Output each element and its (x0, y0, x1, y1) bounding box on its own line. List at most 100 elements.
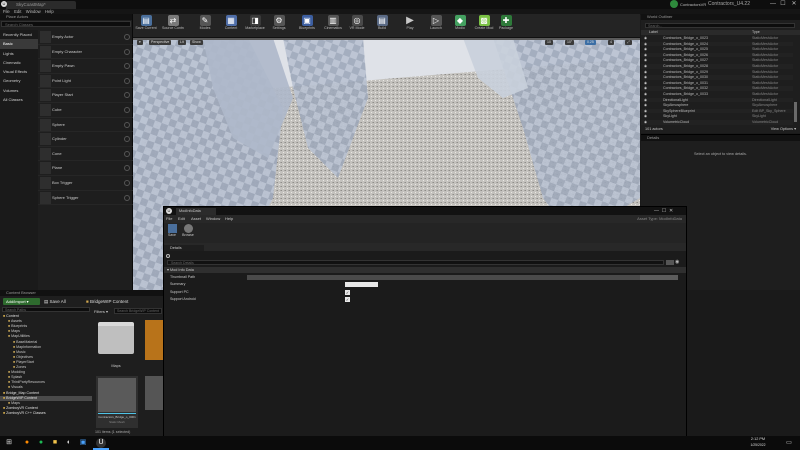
asset-save-button[interactable]: Save (166, 224, 178, 237)
column-type[interactable]: Type (752, 30, 760, 35)
breadcrumb[interactable]: ■ BridgeWIP Content (86, 298, 128, 305)
asset-search-input[interactable]: Search BridgeWIP Content (114, 308, 162, 314)
source-control-button[interactable]: ⇄ Source Control (162, 15, 184, 37)
minimize-button[interactable]: — (768, 0, 778, 9)
checkbox[interactable]: ✓ (345, 289, 350, 295)
asset-browse-button[interactable]: Browse (181, 224, 195, 237)
category-recently-placed[interactable]: Recently Placed (0, 30, 38, 39)
thumbnail-path-field[interactable] (247, 275, 640, 280)
eye-icon[interactable]: ◉ (644, 75, 647, 80)
summary-input[interactable] (345, 282, 378, 288)
eye-icon[interactable]: ◉ (644, 109, 647, 114)
view-options-button[interactable]: View Options ▾ (771, 126, 796, 132)
asset-tab[interactable]: ModInfoData (176, 208, 216, 215)
outliner-row[interactable]: ◉ Contractors_Bridge_o_0027 StaticMeshActo… (641, 58, 793, 63)
play-button[interactable]: ▶ Play (399, 15, 421, 37)
property-matrix-icon[interactable] (666, 260, 674, 265)
marketplace-button[interactable]: ◨ Marketplace (244, 15, 266, 37)
add-import-button[interactable]: Add/Import ▾ (3, 298, 40, 305)
asset-window-controls[interactable]: — ☐ ✕ (654, 207, 673, 215)
outliner-row[interactable]: ◉ Contractors_Bridge_o_0023 StaticMeshActo… (641, 36, 793, 41)
eye-icon[interactable]: ◉ (644, 103, 647, 108)
category-all-classes[interactable]: All Classes (0, 95, 38, 104)
camera-speed-button[interactable]: 4 (608, 40, 614, 45)
actor-item[interactable]: Cube (38, 103, 133, 118)
map-tab[interactable]: SkyCoastMap* (6, 1, 76, 9)
spotify-icon[interactable]: ● (36, 438, 46, 448)
asset-menu-edit[interactable]: Edit (178, 216, 185, 222)
lit-button[interactable]: Lit (178, 40, 186, 45)
outliner-search-input[interactable]: Search... (645, 23, 795, 28)
outliner-row[interactable]: ◉ SkyLight SkyLight (641, 114, 793, 119)
category-geometry[interactable]: Geometry (0, 76, 38, 85)
category-cinematic[interactable]: Cinematic (0, 58, 38, 67)
asset-menu-help[interactable]: Help (225, 216, 233, 222)
eye-icon[interactable]: ◉ (644, 81, 647, 86)
actor-item[interactable]: Empty Pawn (38, 59, 133, 74)
outliner-row[interactable]: ◉ Contractors_Bridge_o_0029 StaticMeshActo… (641, 70, 793, 75)
path-search-input[interactable]: Search Paths (2, 307, 90, 312)
info-icon[interactable] (124, 34, 130, 40)
show-button[interactable]: Show (190, 40, 203, 45)
eye-icon[interactable]: ◉ (644, 86, 647, 91)
content-button[interactable]: ▦ Content (220, 15, 242, 37)
eye-icon[interactable]: ◉ (644, 70, 647, 75)
start-icon[interactable]: ⊞ (4, 438, 14, 448)
info-icon[interactable] (124, 180, 130, 186)
info-icon[interactable] (124, 194, 130, 201)
launch-button[interactable]: ▷ Launch (425, 15, 447, 37)
maximize-button[interactable]: ☐ (778, 0, 788, 9)
save-all-button[interactable]: ▤ Save All (44, 298, 66, 305)
actor-item[interactable]: Empty Character (38, 45, 133, 60)
actor-item[interactable]: Empty Actor (38, 30, 133, 45)
create-mod-button[interactable]: ▩ Create Mod (473, 15, 495, 37)
eye-icon[interactable]: ◉ (675, 260, 683, 265)
store-icon[interactable]: ▣ (78, 438, 88, 448)
actor-item[interactable]: Cone (38, 147, 133, 162)
info-icon[interactable] (124, 136, 130, 143)
close-button[interactable]: ✕ (789, 0, 799, 9)
actor-item[interactable]: Sphere Trigger (38, 191, 133, 206)
category-visual-effects[interactable]: Visual Effects (0, 67, 38, 76)
actor-item[interactable]: Cylinder (38, 132, 133, 147)
column-label[interactable]: Label (649, 30, 658, 35)
info-icon[interactable] (124, 48, 130, 55)
info-icon[interactable] (124, 92, 130, 99)
info-icon[interactable] (124, 107, 130, 113)
file-explorer-icon[interactable]: ■ (50, 438, 60, 448)
actor-item[interactable]: Box Trigger (38, 176, 133, 191)
class-search-input[interactable]: Search Classes (1, 21, 131, 27)
package-button[interactable]: ✚ Package (495, 15, 517, 37)
notification-icon[interactable]: ▭ (784, 438, 794, 448)
grid-snap-button[interactable]: 10 (545, 40, 553, 45)
edge-icon[interactable]: ◐ (64, 438, 74, 448)
vr-mode-button[interactable]: ◎ VR Mode (346, 15, 368, 37)
checkbox[interactable]: ✓ (345, 297, 350, 303)
category-header[interactable]: ▾ Mod Info Data (164, 267, 686, 273)
filters-button[interactable]: Filters ▾ (94, 309, 108, 314)
eye-icon[interactable]: ◉ (644, 58, 647, 63)
asset-menu-file[interactable]: File (166, 216, 172, 222)
outliner-row[interactable]: ◉ Contractors_Bridge_o_0033 StaticMeshActo… (641, 92, 793, 97)
asset-tile-maps[interactable]: Maps (96, 320, 136, 372)
outliner-row[interactable]: ◉ Contractors_Bridge_o_0024 StaticMeshActo… (641, 41, 793, 47)
asset-menu-asset[interactable]: Asset (191, 216, 201, 222)
outliner-row[interactable]: ◉ Contractors_Bridge_o_0026 StaticMeshActo… (641, 52, 793, 58)
actor-item[interactable]: Point Light (38, 74, 133, 89)
tree-item[interactable]: ■ ZomboyVR C++ Classes (0, 411, 92, 416)
modio-button[interactable]: ◆ Modio (449, 15, 471, 37)
outliner-row[interactable]: ◉ Contractors_Bridge_o_0030 StaticMeshActo… (641, 75, 793, 80)
outliner-row[interactable]: ◉ Contractors_Bridge_o_0028 StaticMeshActo… (641, 64, 793, 69)
maximize-viewport-icon[interactable]: ⤢ (625, 40, 632, 45)
outliner-row[interactable]: ◉ VolumetricCloud VolumetricCloud (641, 120, 793, 125)
actor-item[interactable]: Sphere (38, 118, 133, 133)
outliner-row[interactable]: ◉ Contractors_Bridge_o_0032 StaticMeshActo… (641, 86, 793, 91)
info-icon[interactable] (124, 77, 130, 84)
firefox-icon[interactable]: ● (22, 438, 32, 448)
eye-icon[interactable]: ◉ (644, 64, 647, 69)
category-volumes[interactable]: Volumes (0, 86, 38, 95)
outliner-row[interactable]: ◉ SkyAtmosphere SkyAtmosphere (641, 103, 793, 108)
details-search-input[interactable]: Search Details (167, 260, 664, 265)
eye-icon[interactable]: ◉ (644, 42, 647, 47)
settings-button[interactable]: ⚙ Settings (268, 15, 290, 37)
